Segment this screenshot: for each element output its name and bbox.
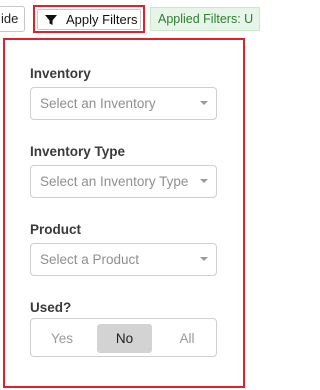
hide-button-label: ide — [1, 11, 19, 26]
product-label: Product — [30, 222, 82, 237]
inventory-type-label: Inventory Type — [30, 144, 126, 159]
hide-filters-button[interactable]: ide — [0, 6, 25, 32]
chevron-down-icon — [200, 101, 208, 105]
apply-filters-label: Apply Filters — [66, 12, 138, 27]
used-option-all[interactable]: All — [162, 324, 212, 353]
used-segmented-control: Yes No All — [30, 318, 217, 357]
product-select[interactable]: Select a Product — [30, 243, 217, 276]
funnel-icon — [44, 13, 58, 27]
applied-filters-text: Applied Filters: U — [158, 12, 254, 26]
chevron-down-icon — [200, 257, 208, 261]
inventory-label: Inventory — [30, 66, 91, 81]
used-option-no[interactable]: No — [97, 324, 152, 353]
inventory-type-placeholder: Select an Inventory Type — [40, 174, 189, 189]
product-placeholder: Select a Product — [40, 252, 140, 267]
applied-filters-badge: Applied Filters: U — [150, 7, 260, 31]
inventory-placeholder: Select an Inventory — [40, 96, 156, 111]
apply-filters-button[interactable]: Apply Filters — [37, 9, 141, 30]
used-label: Used? — [30, 300, 72, 315]
chevron-down-icon — [200, 179, 208, 183]
used-option-yes[interactable]: Yes — [37, 324, 87, 353]
inventory-type-select[interactable]: Select an Inventory Type — [30, 165, 217, 198]
inventory-select[interactable]: Select an Inventory — [30, 87, 217, 120]
